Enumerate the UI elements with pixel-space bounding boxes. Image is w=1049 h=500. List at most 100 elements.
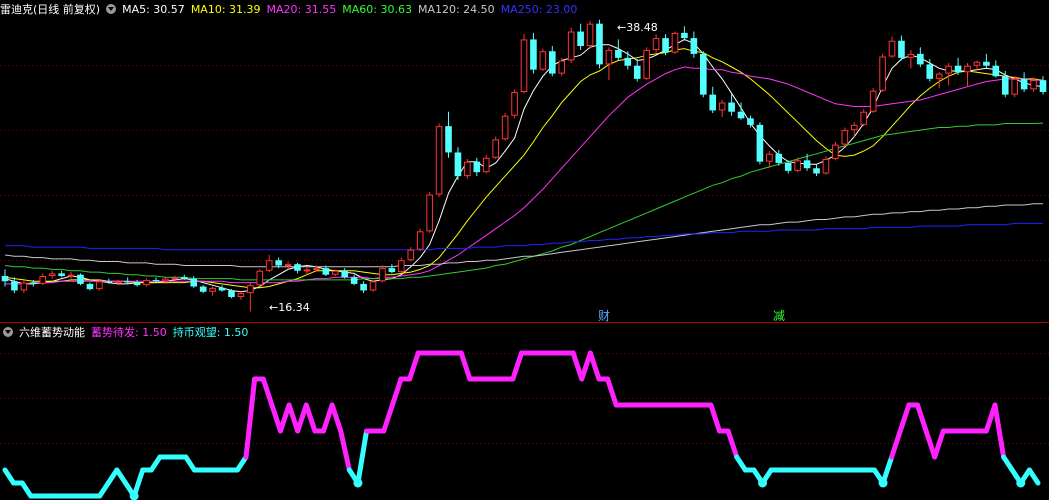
candle-body[interactable] (615, 49, 622, 58)
candle-body[interactable] (775, 153, 783, 163)
candle-body[interactable] (520, 39, 528, 92)
candle-body[interactable] (331, 270, 339, 275)
candle-body[interactable] (567, 31, 575, 61)
candle-body[interactable] (794, 160, 801, 171)
candle-body[interactable] (313, 268, 320, 271)
candle-body[interactable] (284, 264, 292, 267)
candle-body[interactable] (482, 157, 490, 173)
candle-body[interactable] (237, 293, 245, 298)
candle-body[interactable] (464, 161, 471, 177)
candle-body[interactable] (124, 281, 131, 283)
candle-body[interactable] (511, 92, 518, 116)
candle-body[interactable] (747, 118, 754, 125)
candle-body[interactable] (228, 290, 235, 298)
candle-body[interactable] (1, 276, 9, 282)
candle-body[interactable] (426, 194, 433, 232)
candle-body[interactable] (718, 102, 726, 111)
candle-body[interactable] (77, 274, 84, 284)
candle-body[interactable] (907, 53, 915, 58)
candle-body[interactable] (898, 40, 905, 58)
candle-body[interactable] (558, 60, 566, 74)
candle-body[interactable] (435, 126, 443, 195)
candle-body[interactable] (766, 153, 773, 162)
candle-body[interactable] (964, 65, 971, 73)
candle-body[interactable] (20, 282, 28, 291)
candle-body[interactable] (784, 162, 792, 171)
candle-body[interactable] (407, 249, 415, 261)
candle-body[interactable] (869, 90, 877, 112)
earnings-marker[interactable]: 财 (598, 309, 610, 323)
candle-body[interactable] (822, 159, 830, 174)
candle-body[interactable] (133, 282, 141, 286)
candle-body[interactable] (756, 124, 764, 162)
candle-body[interactable] (530, 39, 537, 70)
candle-body[interactable] (322, 268, 330, 275)
candle-body[interactable] (454, 152, 462, 177)
candle-body[interactable] (917, 53, 924, 65)
candle-body[interactable] (105, 281, 113, 283)
candle-body[interactable] (1030, 80, 1037, 90)
candle-body[interactable] (86, 283, 94, 290)
candle-body[interactable] (652, 38, 660, 50)
candle-body[interactable] (633, 65, 641, 79)
candle-body[interactable] (1039, 80, 1047, 92)
candle-body[interactable] (596, 23, 603, 65)
candle-body[interactable] (983, 61, 990, 66)
candle-body[interactable] (662, 38, 669, 53)
candle-body[interactable] (501, 115, 509, 140)
candle-body[interactable] (58, 273, 65, 276)
candle-body[interactable] (992, 65, 1000, 77)
candle-body[interactable] (473, 161, 481, 173)
candle-body[interactable] (945, 65, 952, 74)
candle-body[interactable] (605, 49, 613, 65)
candle-body[interactable] (209, 287, 216, 292)
candle-body[interactable] (294, 264, 301, 271)
chevron-down-icon[interactable] (3, 327, 13, 337)
candle-body[interactable] (143, 279, 150, 286)
candle-body[interactable] (265, 260, 273, 271)
candle-body[interactable] (1011, 78, 1018, 95)
candle-body[interactable] (813, 168, 820, 174)
candlesticks[interactable] (1, 19, 1047, 312)
candle-body[interactable] (275, 260, 282, 266)
candle-body[interactable] (860, 111, 868, 125)
candle-body[interactable] (11, 281, 18, 291)
candle-body[interactable] (888, 40, 896, 57)
candle-body[interactable] (218, 287, 226, 291)
candle-body[interactable] (96, 281, 103, 290)
candle-body[interactable] (360, 283, 367, 291)
candle-body[interactable] (671, 32, 679, 53)
candle-body[interactable] (48, 273, 56, 277)
candle-body[interactable] (841, 130, 849, 145)
candle-body[interactable] (1020, 78, 1028, 90)
candle-body[interactable] (549, 51, 556, 74)
candle-body[interactable] (954, 65, 962, 73)
candle-body[interactable] (162, 278, 169, 282)
candle-body[interactable] (973, 61, 981, 66)
candle-body[interactable] (171, 277, 179, 280)
candle-body[interactable] (492, 139, 499, 158)
candle-body[interactable] (624, 57, 632, 66)
candle-body[interactable] (586, 23, 594, 46)
candle-body[interactable] (416, 231, 424, 250)
candle-body[interactable] (699, 53, 707, 95)
candle-body[interactable] (879, 56, 886, 91)
candle-body[interactable] (341, 270, 349, 278)
candle-body[interactable] (388, 268, 396, 273)
candle-body[interactable] (850, 124, 858, 131)
candle-body[interactable] (369, 281, 377, 291)
reduction-marker[interactable]: 减 (773, 309, 785, 323)
candle-body[interactable] (256, 270, 264, 286)
stock-chart[interactable]: ←38.48 ←16.34 财 减 (0, 0, 1049, 500)
candle-body[interactable] (247, 285, 254, 294)
candle-body[interactable] (577, 31, 584, 46)
candle-body[interactable] (350, 277, 358, 284)
candle-body[interactable] (539, 51, 547, 70)
candle-body[interactable] (190, 278, 198, 287)
candle-body[interactable] (709, 94, 717, 111)
candle-body[interactable] (926, 64, 934, 79)
candle-body[interactable] (398, 260, 405, 273)
candle-body[interactable] (379, 268, 386, 282)
candle-body[interactable] (152, 279, 160, 282)
candle-body[interactable] (445, 126, 452, 153)
